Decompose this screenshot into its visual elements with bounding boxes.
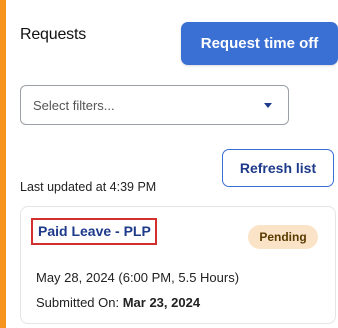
status-badge: Pending xyxy=(248,225,318,249)
request-type-link[interactable]: Paid Leave - PLP xyxy=(31,218,157,245)
last-updated-text: Last updated at 4:39 PM xyxy=(20,180,157,194)
submitted-date: Mar 23, 2024 xyxy=(122,295,201,310)
filters-placeholder: Select filters... xyxy=(33,97,115,113)
chevron-down-icon xyxy=(264,102,272,108)
filters-select[interactable]: Select filters... xyxy=(20,85,289,125)
page-title: Requests xyxy=(20,26,86,43)
submitted-on: Submitted On: Mar 23, 2024 xyxy=(36,295,200,310)
requests-panel: Requests Request time off Select filters… xyxy=(6,0,338,328)
refresh-list-button[interactable]: Refresh list xyxy=(222,149,334,187)
request-card[interactable]: Paid Leave - PLP Pending May 28, 2024 (6… xyxy=(20,206,336,324)
request-time-off-button[interactable]: Request time off xyxy=(181,22,338,65)
submitted-label: Submitted On: xyxy=(36,295,123,310)
request-dates: May 28, 2024 (6:00 PM, 5.5 Hours) xyxy=(36,270,240,285)
